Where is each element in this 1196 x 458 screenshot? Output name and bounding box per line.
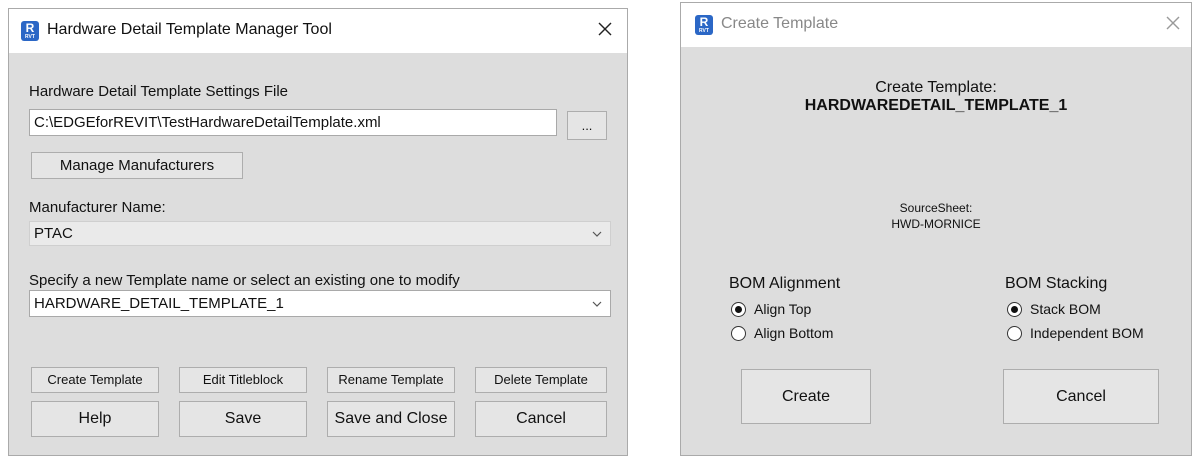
manufacturer-select[interactable]: PTAC <box>29 221 611 246</box>
manager-title: Hardware Detail Template Manager Tool <box>47 21 332 38</box>
radio-unselected-icon <box>1007 325 1022 341</box>
manufacturer-name-label: Manufacturer Name: <box>29 199 166 216</box>
save-and-close-button[interactable]: Save and Close <box>327 401 455 437</box>
manufacturer-value: PTAC <box>34 225 73 242</box>
create-dialog-titlebar[interactable]: R RVT Create Template <box>681 3 1191 47</box>
cancel-button[interactable]: Cancel <box>475 401 607 437</box>
dialog-cancel-button[interactable]: Cancel <box>1003 369 1159 424</box>
chevron-down-icon <box>592 231 602 237</box>
template-name-combobox[interactable]: HARDWARE_DETAIL_TEMPLATE_1 <box>29 290 611 317</box>
sourcesheet-label: SourceSheet: <box>899 201 973 215</box>
create-heading: Create Template: <box>875 79 997 96</box>
delete-template-button[interactable]: Delete Template <box>475 367 607 393</box>
settings-file-input[interactable]: C:\EDGEforREVIT\TestHardwareDetailTempla… <box>29 109 557 136</box>
edit-titleblock-button[interactable]: Edit Titleblock <box>179 367 307 393</box>
revit-app-icon: R RVT <box>695 15 713 35</box>
manager-titlebar[interactable]: R RVT Hardware Detail Template Manager T… <box>9 9 627 53</box>
app-icon-caption: RVT <box>699 28 709 34</box>
create-template-dialog: R RVT Create Template Create Template: H… <box>680 2 1192 456</box>
independent-bom-label: Independent BOM <box>1030 325 1144 341</box>
save-button[interactable]: Save <box>179 401 307 437</box>
radio-selected-icon <box>731 301 746 317</box>
create-template-button[interactable]: Create Template <box>31 367 159 393</box>
app-icon-letter: R <box>699 15 709 29</box>
manage-manufacturers-button[interactable]: Manage Manufacturers <box>31 152 243 179</box>
help-button[interactable]: Help <box>31 401 159 437</box>
rename-template-button[interactable]: Rename Template <box>327 367 455 393</box>
independent-bom-radio[interactable]: Independent BOM <box>1007 325 1144 341</box>
template-name-label: Specify a new Template name or select an… <box>29 272 460 289</box>
radio-selected-icon <box>1007 301 1022 317</box>
radio-unselected-icon <box>731 325 746 341</box>
app-icon-caption: RVT <box>25 34 35 40</box>
align-bottom-label: Align Bottom <box>754 325 834 341</box>
sourcesheet-value: HWD-MORNICE <box>891 217 981 231</box>
bom-stacking-label: BOM Stacking <box>1005 275 1108 292</box>
create-button[interactable]: Create <box>741 369 871 424</box>
revit-app-icon: R RVT <box>21 21 39 41</box>
chevron-down-icon <box>592 301 602 307</box>
settings-file-label: Hardware Detail Template Settings File <box>29 83 289 100</box>
stack-bom-label: Stack BOM <box>1030 301 1101 317</box>
align-top-label: Align Top <box>754 301 812 317</box>
close-icon[interactable] <box>591 15 619 43</box>
template-manager-window: R RVT Hardware Detail Template Manager T… <box>8 8 628 456</box>
template-name-value: HARDWARE_DETAIL_TEMPLATE_1 <box>34 295 284 312</box>
align-bottom-radio[interactable]: Align Bottom <box>731 325 833 341</box>
bom-alignment-label: BOM Alignment <box>729 275 841 292</box>
browse-button[interactable]: ... <box>567 111 607 140</box>
template-name-heading: HARDWAREDETAIL_TEMPLATE_1 <box>804 97 1068 114</box>
align-top-radio[interactable]: Align Top <box>731 301 811 317</box>
stack-bom-radio[interactable]: Stack BOM <box>1007 301 1101 317</box>
create-dialog-title: Create Template <box>721 15 839 32</box>
app-icon-letter: R <box>25 21 35 35</box>
close-icon[interactable] <box>1159 9 1187 37</box>
